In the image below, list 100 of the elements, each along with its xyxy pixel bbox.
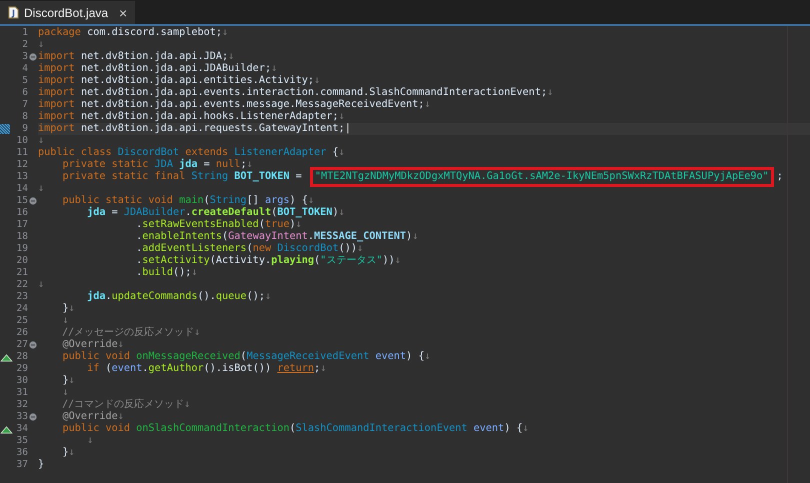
code-token: extends: [184, 147, 230, 158]
collapse-icon[interactable]: [29, 341, 37, 349]
code-token: main: [179, 195, 204, 206]
editor-tab[interactable]: DiscordBot.java ×: [0, 1, 136, 24]
line-end-mark: ↓: [184, 399, 190, 410]
code-token: event: [112, 363, 142, 374]
collapse-icon[interactable]: [29, 413, 37, 421]
code-token: ;: [776, 171, 783, 182]
code-token: import: [38, 99, 75, 110]
line-number: 35: [16, 435, 28, 447]
code-token: ;: [240, 159, 247, 170]
code-token: .: [185, 207, 192, 218]
code-token: []: [246, 195, 260, 206]
line-end-mark: ↓: [394, 255, 401, 266]
line-end-mark: ↓: [68, 447, 75, 458]
line-number: 8: [21, 111, 28, 123]
code-token: JDABuilder: [124, 207, 186, 218]
code-token: .: [135, 243, 142, 254]
code-token: new: [252, 243, 272, 254]
code-token: public static void: [62, 195, 174, 206]
line-end-mark: ↓: [424, 351, 431, 362]
line-number: 37: [16, 459, 28, 471]
code-token: ().isBot()): [204, 363, 272, 374]
line-number: 4: [21, 63, 28, 75]
code-token: GatewayIntent: [228, 231, 308, 242]
change-marker-icon: [0, 124, 10, 134]
line-number: 19: [16, 243, 28, 255]
line-end-mark: ↓: [320, 363, 326, 374]
code-token: jda: [86, 291, 106, 302]
code-token: (: [314, 255, 320, 266]
code-token: event: [472, 423, 504, 434]
collapse-icon[interactable]: [29, 53, 37, 61]
line-end-mark: ↓: [118, 339, 124, 350]
code-token: //メッセージの反応メソッド: [61, 327, 194, 338]
line-number: 30: [16, 375, 28, 387]
line-end-mark: ↓: [38, 183, 44, 194]
code-token: .: [135, 255, 142, 266]
line-number: 10: [16, 135, 28, 147]
code-token: ) {: [406, 351, 424, 362]
line-number: 7: [21, 99, 28, 111]
override-triangle-icon[interactable]: [0, 352, 13, 362]
line-end-mark: ↓: [412, 231, 418, 242]
line-number: 34: [16, 423, 28, 435]
code-token: "ステータス": [320, 255, 382, 266]
code-token: =: [110, 207, 119, 218]
line-end-mark: ↓: [271, 63, 278, 74]
override-triangle-icon[interactable]: [0, 424, 13, 434]
line-end-mark: ↓: [118, 411, 124, 422]
line-number: 18: [16, 231, 28, 243]
code-token: MESSAGE_CONTENT: [314, 231, 406, 242]
line-end-mark: ↓: [308, 195, 314, 206]
line-number: 5: [21, 75, 28, 87]
line-end-mark: ↓: [296, 219, 302, 230]
line-number: 33: [16, 411, 28, 423]
code-token: ();: [172, 267, 192, 278]
code-token: (: [204, 195, 210, 206]
line-number: 6: [21, 87, 28, 99]
code-token: BOT_TOKEN: [233, 171, 290, 182]
line-end-mark: ↓: [314, 75, 320, 86]
code-token: MessageReceivedEvent: [246, 351, 370, 362]
close-icon[interactable]: ×: [119, 4, 128, 20]
line-end-mark: ↓: [62, 387, 69, 398]
line-number: 28: [16, 351, 28, 363]
code-token: .: [105, 291, 112, 302]
code-token: @Override: [62, 411, 118, 422]
code-token: net.dv8tion.jda.api.events.message.MessageReceivedEvent;: [80, 99, 424, 110]
line-number: 1: [21, 27, 28, 39]
line-number: 31: [16, 387, 28, 399]
code-token: (: [289, 423, 296, 434]
code-token: ().: [197, 291, 216, 302]
line-number: 32: [16, 399, 28, 411]
code-token: updateCommands: [112, 291, 198, 302]
code-token: true: [264, 219, 290, 230]
collapse-icon[interactable]: [29, 197, 37, 205]
code-token: import: [38, 111, 75, 122]
code-token: net.dv8tion.jda.api.JDABuilder;: [80, 63, 272, 74]
code-token: DiscordBot: [277, 243, 339, 254]
line-end-mark: ↓: [62, 315, 69, 326]
line-end-mark: ↓: [357, 243, 364, 254]
line-end-mark: ↓: [68, 375, 75, 386]
line-number: 25: [16, 315, 28, 327]
code-token: createDefault: [191, 207, 272, 218]
code-token: (: [246, 243, 253, 254]
code-token: (: [105, 363, 112, 374]
code-token: =: [294, 171, 303, 182]
code-token: }: [62, 303, 69, 314]
code-token: ListenerAdapter: [234, 147, 326, 158]
code-token: ;: [314, 363, 320, 374]
line-number: 26: [16, 327, 28, 339]
code-token: net.dv8tion.jda.api.JDA;: [80, 51, 228, 62]
line-end-mark: ↓: [68, 303, 75, 314]
code-token: import: [38, 51, 75, 62]
code-token: jda: [178, 159, 198, 170]
code-token: if: [86, 363, 100, 374]
code-token: (Activity.: [210, 255, 272, 266]
code-token: net.dv8tion.jda.api.requests.GatewayIntent;: [80, 123, 345, 134]
code-token: getAuthor: [148, 363, 204, 374]
code-token: //コマンドの反応メソッド: [61, 399, 184, 410]
code-token: SlashCommandInteractionEvent: [296, 423, 468, 434]
line-number: 24: [16, 303, 28, 315]
